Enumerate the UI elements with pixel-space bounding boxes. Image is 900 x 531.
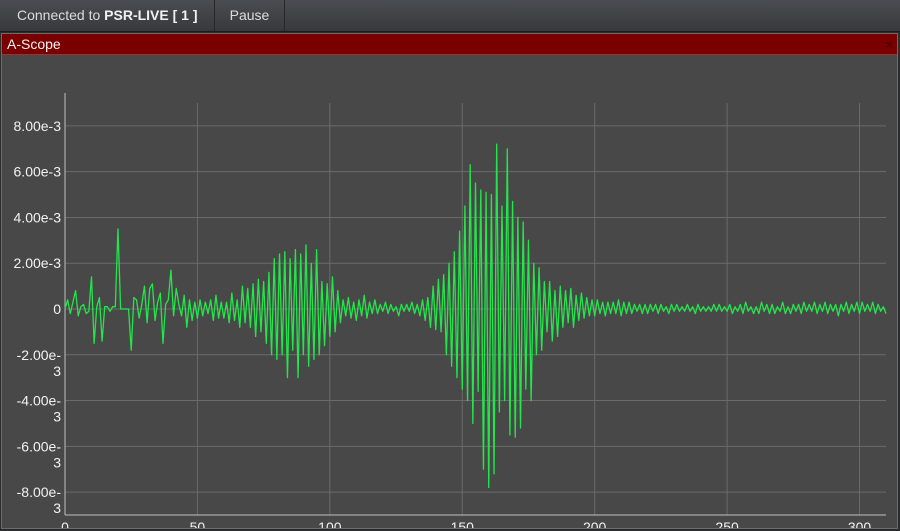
x-tick-label: 300 xyxy=(848,519,872,528)
y-tick-label-line: -4.00e- xyxy=(17,393,62,409)
y-tick-label: 4.00e-3 xyxy=(14,209,62,225)
x-tick-label: 50 xyxy=(190,519,206,528)
x-tick-label: 0 xyxy=(61,519,69,528)
y-tick-label-line: 3 xyxy=(53,363,61,379)
y-tick-label-line: 8.00e-3 xyxy=(14,118,62,134)
y-tick-label: -6.00e-3 xyxy=(17,438,62,470)
y-tick-label-line: 4.00e-3 xyxy=(14,209,62,225)
traces xyxy=(64,143,887,489)
y-tick-label: -8.00e-3 xyxy=(17,484,62,516)
y-tick-label-line: 3 xyxy=(53,454,61,470)
y-tick-labels: 8.00e-36.00e-34.00e-32.00e-30-2.00e-3-4.… xyxy=(14,118,62,516)
y-tick-label-line: 0 xyxy=(53,301,61,317)
connection-status-prefix: Connected to xyxy=(17,7,105,23)
axes xyxy=(64,93,886,516)
a-scope-chart: 8.00e-36.00e-34.00e-32.00e-30-2.00e-3-4.… xyxy=(14,93,887,528)
a-scope-panel: A-Scope × 8.00e-3 6.00e-3 4.00e-3 2.00e-3 0 -… xyxy=(1,33,898,529)
y-tick-label-line: -8.00e- xyxy=(17,484,62,500)
pause-button[interactable]: Pause xyxy=(215,0,285,31)
x-tick-label: 250 xyxy=(715,519,739,528)
x-tick-label: 200 xyxy=(583,519,607,528)
y-tick-label: -4.00e-3 xyxy=(17,393,62,425)
y-tick-label: 2.00e-3 xyxy=(14,255,62,271)
x-tick-labels: 0 50 100 150 200 250 300 xyxy=(61,519,871,528)
close-icon[interactable]: × xyxy=(885,34,893,55)
x-tick-label: 100 xyxy=(318,519,342,528)
y-tick-label-line: 2.00e-3 xyxy=(14,255,62,271)
x-tick-label: 150 xyxy=(451,519,475,528)
y-tick-label-line: -6.00e- xyxy=(17,438,62,454)
y-tick-label-line: 3 xyxy=(53,409,61,425)
y-tick-label: -2.00e-3 xyxy=(17,347,62,379)
toolbar: Connected to PSR-LIVE [ 1 ] Pause xyxy=(0,0,900,32)
plot-area: 8.00e-3 6.00e-3 4.00e-3 2.00e-3 0 -2.00e-3 -4.… xyxy=(2,55,897,528)
y-tick-label-line: -2.00e- xyxy=(17,347,62,363)
connection-target: PSR-LIVE [ 1 ] xyxy=(104,7,198,23)
y-tick-label-line: 6.00e-3 xyxy=(14,164,62,180)
trace-line xyxy=(64,143,887,489)
y-tick-label-line: 3 xyxy=(53,500,61,516)
y-tick-label: 8.00e-3 xyxy=(14,118,62,134)
panel-title-bar[interactable]: A-Scope × xyxy=(2,34,897,55)
y-tick-label: 0 xyxy=(53,301,61,317)
panel-title: A-Scope xyxy=(7,36,61,52)
connection-status: Connected to PSR-LIVE [ 1 ] xyxy=(0,0,215,31)
y-tick-label: 6.00e-3 xyxy=(14,164,62,180)
